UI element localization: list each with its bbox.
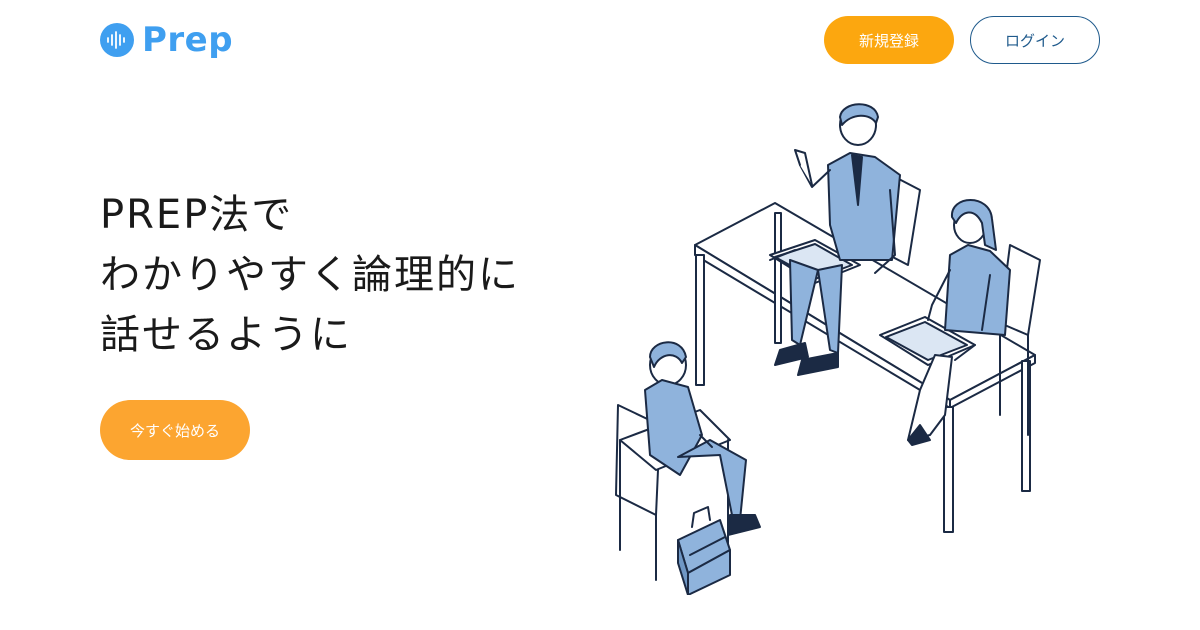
hero-title-line-3: 話せるように [100, 312, 352, 358]
hero-title-line-1: PREP法で [100, 192, 294, 238]
login-button[interactable]: ログイン [970, 16, 1100, 64]
interview-scene-image [615, 103, 1041, 596]
site-header: Prep 新規登録 ログイン [0, 0, 1200, 80]
logo[interactable]: Prep [100, 20, 233, 60]
start-now-button[interactable]: 今すぐ始める [100, 400, 250, 460]
register-button[interactable]: 新規登録 [824, 16, 954, 64]
hero-title-line-2: わかりやすく論理的に [100, 252, 520, 298]
logo-text: Prep [142, 20, 234, 60]
interview-illustration [590, 95, 1060, 596]
hero-title: PREP法で わかりやすく論理的に 話せるように [100, 185, 580, 365]
sound-wave-icon [100, 23, 134, 57]
